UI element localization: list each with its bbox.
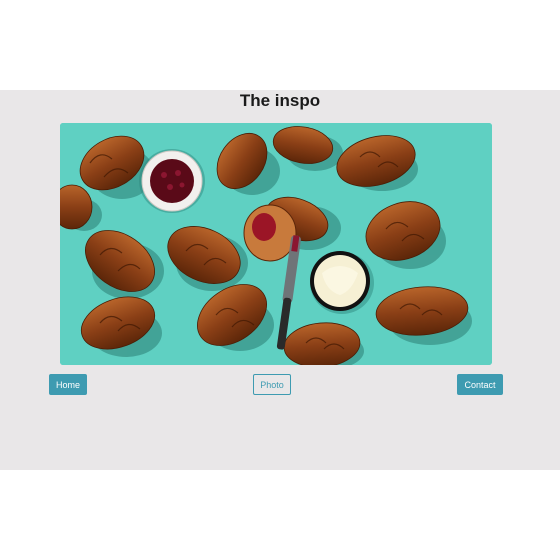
contact-button[interactable]: Contact bbox=[457, 374, 503, 395]
hero-photo bbox=[60, 123, 492, 365]
page-title: The inspo bbox=[239, 91, 321, 110]
croissant-photo-illustration bbox=[60, 123, 492, 365]
photo-button[interactable]: Photo bbox=[253, 374, 291, 395]
home-button[interactable]: Home bbox=[49, 374, 87, 395]
